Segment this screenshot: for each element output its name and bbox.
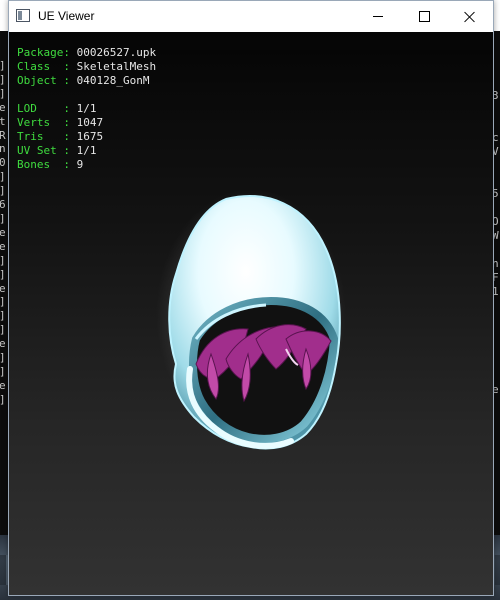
info-object: Object : 040128_GonM	[17, 74, 156, 88]
app-window-icon[interactable]	[16, 9, 30, 22]
info-value: 1/1	[76, 102, 97, 115]
info-uvset: UV Set : 1/1	[17, 144, 156, 158]
info-label: Tris :	[17, 130, 70, 143]
info-value: 9	[76, 158, 84, 171]
info-label: Package:	[17, 46, 70, 59]
info-label: LOD :	[17, 102, 70, 115]
info-lod: LOD : 1/1	[17, 102, 156, 116]
info-bones: Bones : 9	[17, 158, 156, 172]
info-value: 040128_GonM	[76, 74, 150, 87]
close-button[interactable]	[447, 1, 493, 32]
ue-viewer-window: UE Viewer Package: 00026527.upk Class : …	[8, 0, 494, 596]
mesh-info-overlay: Package: 00026527.upk Class : SkeletalMe…	[17, 46, 156, 172]
info-value: 00026527.upk	[76, 46, 157, 59]
minimize-icon	[373, 16, 383, 17]
info-label: Bones :	[17, 158, 70, 171]
maximize-icon	[418, 11, 430, 22]
maximize-button[interactable]	[401, 1, 447, 32]
info-class: Class : SkeletalMesh	[17, 60, 156, 74]
info-label: Verts :	[17, 116, 70, 129]
info-label: Class :	[17, 60, 70, 73]
info-verts: Verts : 1047	[17, 116, 156, 130]
info-value: 1675	[76, 130, 104, 143]
minimize-button[interactable]	[355, 1, 401, 32]
close-icon	[464, 11, 476, 23]
info-value: 1047	[76, 116, 104, 129]
3d-viewport[interactable]: Package: 00026527.upk Class : SkeletalMe…	[9, 32, 493, 595]
info-label: UV Set :	[17, 144, 70, 157]
info-tris: Tris : 1675	[17, 130, 156, 144]
title-bar[interactable]: UE Viewer	[9, 1, 493, 32]
window-title: UE Viewer	[38, 9, 95, 23]
info-value: 1/1	[76, 144, 97, 157]
skeletal-mesh-render[interactable]	[156, 189, 356, 459]
info-value: SkeletalMesh	[76, 60, 157, 73]
info-package: Package: 00026527.upk	[17, 46, 156, 60]
info-label: Object :	[17, 74, 70, 87]
